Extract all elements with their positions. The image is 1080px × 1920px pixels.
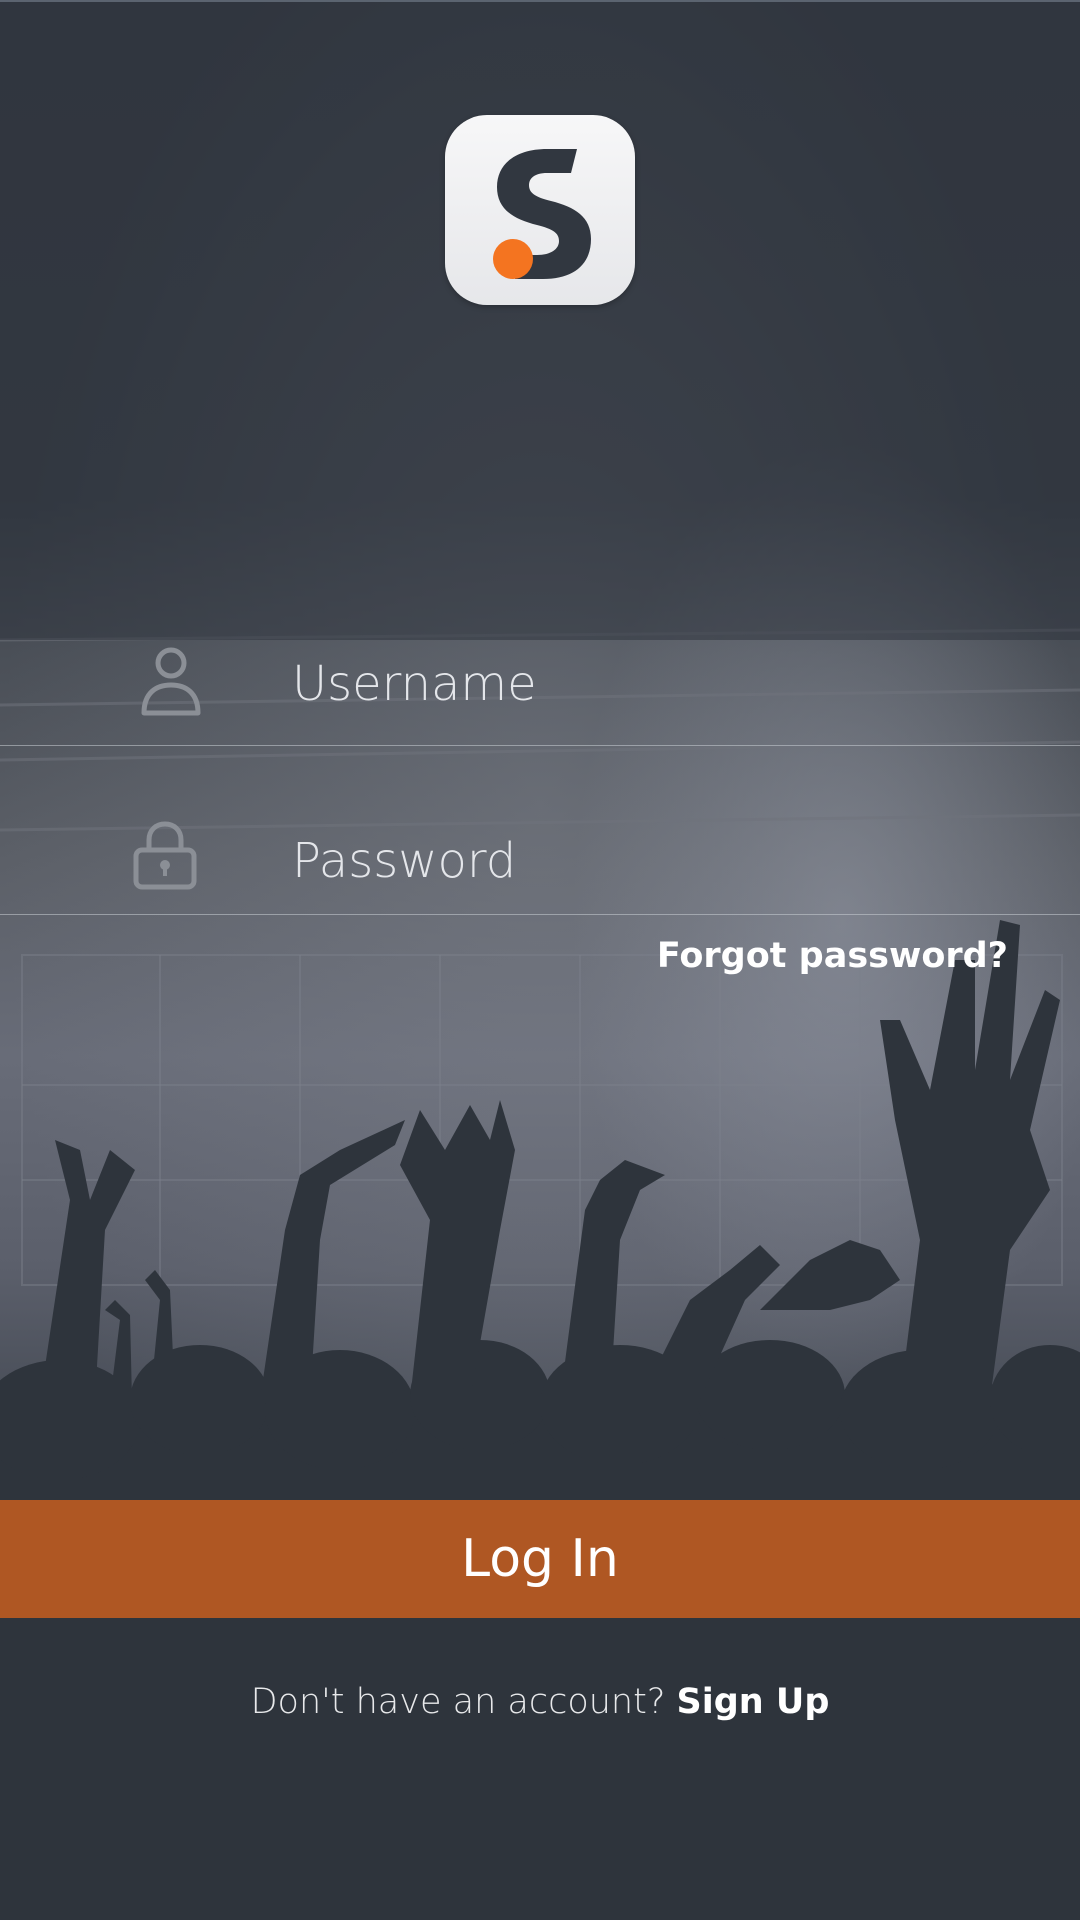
lock-icon [133,821,197,890]
password-input[interactable] [292,826,992,896]
password-field [0,800,1080,915]
login-screen: Forgot password? Log In Don't have an ac… [0,0,1080,1920]
status-divider [0,0,1080,2]
s-logo-icon [493,149,591,279]
app-logo [445,115,635,305]
forgot-password-link[interactable]: Forgot password? [657,936,1008,976]
signup-prompt-text: Don't have an account? [250,1682,666,1722]
username-input[interactable] [292,649,992,719]
username-field [0,625,1080,746]
login-button[interactable]: Log In [0,1500,1080,1618]
user-icon [141,647,201,716]
signup-link[interactable]: Sign Up [677,1682,830,1722]
signup-prompt-row: Don't have an account? Sign Up [0,1682,1080,1722]
